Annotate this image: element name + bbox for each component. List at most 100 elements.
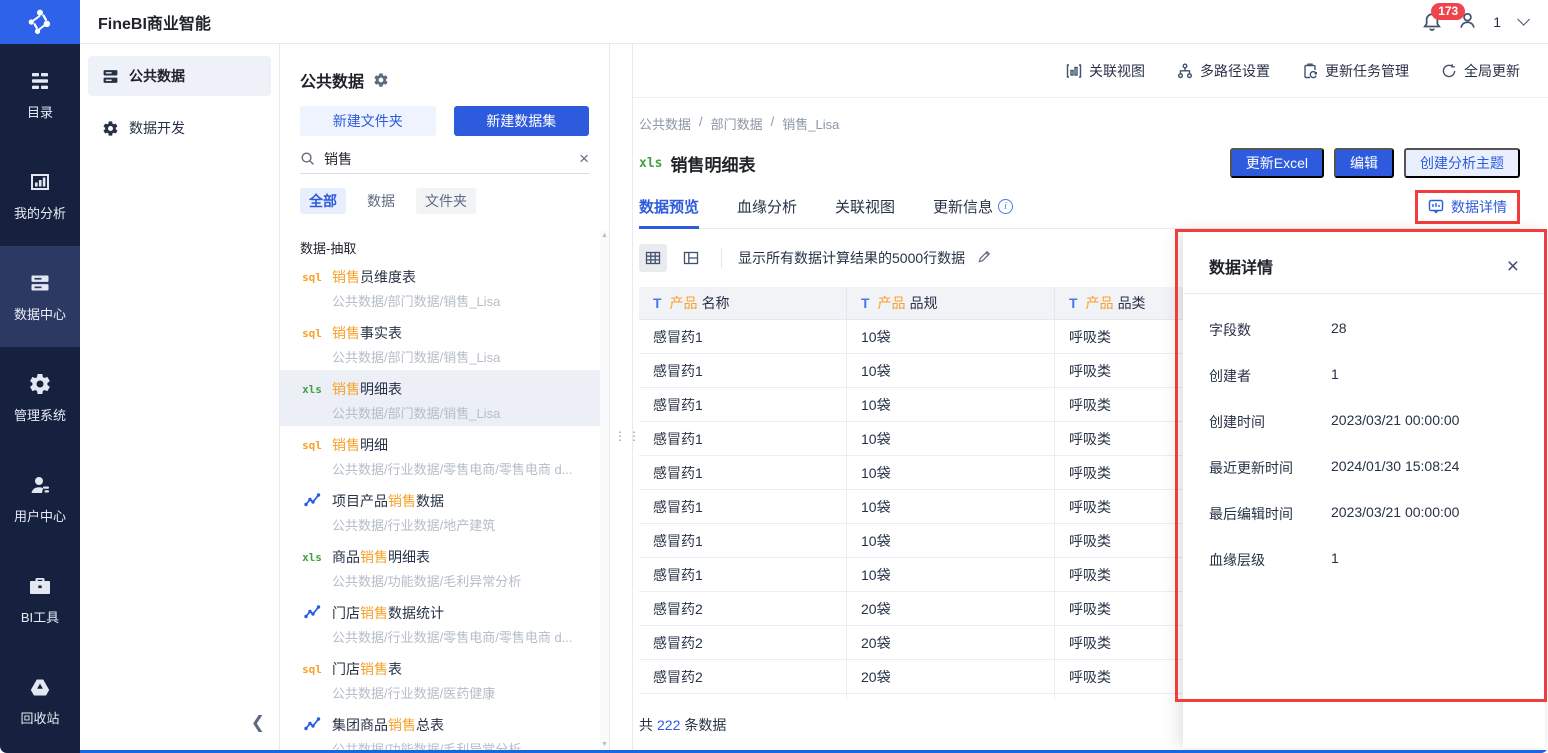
splitter-grip-icon[interactable]: ⋮⋮ [614,429,642,443]
dataset-list-item[interactable]: xls 商品销售明细表 公共数据/功能数据/毛利异常分析 [280,538,601,594]
dataset-list-item[interactable]: sql 门店销售表 公共数据/行业数据/医药健康 [280,650,601,706]
close-icon[interactable]: × [1507,256,1519,277]
dataset-type-icon: xls [302,550,322,564]
breadcrumb-item[interactable]: 部门数据 [711,114,763,133]
tab-update-info[interactable]: 更新信息 i [933,185,1014,228]
collapse-panel-chevron-icon[interactable]: ❮ [251,713,265,733]
update-excel-button[interactable]: 更新Excel [1229,148,1324,178]
column-view-toggle[interactable] [677,244,705,272]
filter-tab-all[interactable]: 全部 [300,188,346,214]
sidebar-item-recycle-bin[interactable]: 回收站 [0,650,80,751]
table-cell: 感冒药1 [639,524,847,558]
dataset-list-item[interactable]: sql 销售明细 公共数据/行业数据/零售电商/零售电商 d... [280,426,601,482]
details-panel-title: 数据详情 [1209,260,1274,277]
tab-data-preview[interactable]: 数据预览 [639,185,700,229]
dataset-title: 销售明细表 [670,155,756,175]
dataset-item-title: 门店销售数据统计 [332,605,444,621]
user-label: 1 [1493,13,1501,30]
row-count: 222 [657,717,681,733]
dataset-list-item[interactable]: 集团商品销售总表 公共数据/功能数据/毛利异常分析 [280,706,601,753]
table-cell: 10袋 [847,524,1055,558]
filter-tab-data[interactable]: 数据 [358,188,404,214]
global-refresh-button[interactable]: 全局更新 [1441,61,1520,81]
dataset-item-title: 商品销售明细表 [332,549,430,565]
workspace-panel: 公共数据 数据开发 ❮ [80,44,280,753]
catalog-icon [32,72,48,89]
table-cell: 感冒药1 [639,320,847,354]
table-cell: 20袋 [847,694,1055,699]
table-cell: 10袋 [847,354,1055,388]
dataset-item-path: 公共数据/部门数据/销售_Lisa [332,294,501,309]
logo-icon [28,9,51,34]
filter-tab-folder[interactable]: 文件夹 [416,188,476,214]
new-dataset-button[interactable]: 新建数据集 [453,106,589,136]
workspace-item-public-data[interactable]: 公共数据 [88,56,271,96]
dataset-list-item[interactable]: xls 销售明细表 公共数据/部门数据/销售_Lisa [280,370,601,426]
column-header[interactable]: T 产品 品规 [847,287,1055,320]
data-dev-icon [103,120,118,136]
panel-splitter[interactable]: ⋮⋮ [610,44,640,753]
tab-lineage-analysis[interactable]: 血缘分析 [737,185,797,228]
dataset-item-path: 公共数据/行业数据/地产建筑 [332,518,496,533]
my-analysis-icon [31,173,49,190]
new-folder-button[interactable]: 新建文件夹 [300,106,436,136]
dataset-list-item[interactable]: sql 销售事实表 公共数据/部门数据/销售_Lisa [280,314,601,370]
global-refresh-icon [1442,63,1456,77]
list-section-label: 数据-抽取 [300,241,357,256]
sidebar-item-admin[interactable]: 管理系统 [0,347,80,448]
dataset-type-icon: sql [302,326,322,340]
sidebar-item-my-analysis[interactable]: 我的分析 [0,145,80,246]
dataset-item-title: 项目产品销售数据 [332,493,444,509]
sidebar-item-bi-tools[interactable]: BI工具 [0,549,80,650]
workspace-item-data-dev[interactable]: 数据开发 [88,108,271,148]
dataset-type-icon [300,604,324,622]
toolbar-divider [721,248,722,268]
table-cell: 10袋 [847,320,1055,354]
user-menu-chevron-icon[interactable] [1517,13,1530,26]
details-field-row: 字段数 28 [1209,320,1519,340]
data-details-button[interactable]: 数据详情 [1418,193,1517,221]
dataset-item-title: 门店销售表 [332,661,402,677]
grid-view-toggle[interactable] [639,244,667,272]
finebi-logo[interactable] [0,0,80,44]
field-label: 创建者 [1209,368,1251,384]
field-type-icon: T [1069,295,1078,311]
search-clear-icon[interactable]: × [579,150,589,167]
breadcrumb-item[interactable]: 销售_Lisa [782,114,839,133]
dataset-item-title: 销售明细表 [332,381,402,397]
data-details-panel: 数据详情 × 字段数 28 创建者 1 创建时间 2023/03/21 00:0… [1183,232,1545,748]
dataset-item-path: 公共数据/行业数据/医药健康 [332,686,496,701]
dataset-list-item[interactable]: sql 销售员维度表 公共数据/部门数据/销售_Lisa [280,258,601,314]
field-value: 2023/03/21 00:00:00 [1331,412,1460,428]
grid-view-icon [645,251,661,265]
relation-view-button[interactable]: 关联视图 [1066,61,1145,81]
sidebar-item-catalog[interactable]: 目录 [0,44,80,145]
field-value: 28 [1331,320,1347,336]
info-icon[interactable]: i [998,199,1014,214]
breadcrumb-item[interactable]: 公共数据 [639,114,691,133]
scroll-up-arrow-icon[interactable]: ▲ [600,230,609,242]
breadcrumb: 公共数据 / 部门数据 / 销售_Lisa [639,114,1548,133]
edit-note-pencil-icon[interactable] [977,249,992,267]
update-task-management-button[interactable]: 更新任务管理 [1302,61,1409,81]
field-type-icon: T [861,295,870,311]
catalog-settings-gear-icon[interactable] [373,72,389,88]
search-input[interactable] [324,150,571,167]
recycle-bin-icon [30,679,50,695]
tab-relation-view[interactable]: 关联视图 [835,185,895,228]
catalog-scrollbar[interactable]: ▲ ▼ [600,230,609,753]
data-center-icon [31,275,49,290]
bi-tools-icon [30,577,50,594]
create-analysis-button[interactable]: 创建分析主题 [1404,148,1520,178]
notification-bell-icon[interactable]: 173 [1422,2,1466,32]
dataset-list-item[interactable]: 门店销售数据统计 公共数据/行业数据/零售电商/零售电商 d... [280,594,601,650]
table-cell: 20袋 [847,592,1055,626]
edit-button[interactable]: 编辑 [1334,148,1394,178]
sidebar-item-user-center[interactable]: 用户中心 [0,448,80,549]
dataset-type-icon: sql [302,662,322,676]
field-label: 字段数 [1209,322,1251,338]
sidebar-item-data-center[interactable]: 数据中心 [0,246,80,347]
dataset-list-item[interactable]: 项目产品销售数据 公共数据/行业数据/地产建筑 [280,482,601,538]
column-header[interactable]: T 产品 名称 [639,287,847,320]
multi-path-settings-button[interactable]: 多路径设置 [1177,61,1270,81]
